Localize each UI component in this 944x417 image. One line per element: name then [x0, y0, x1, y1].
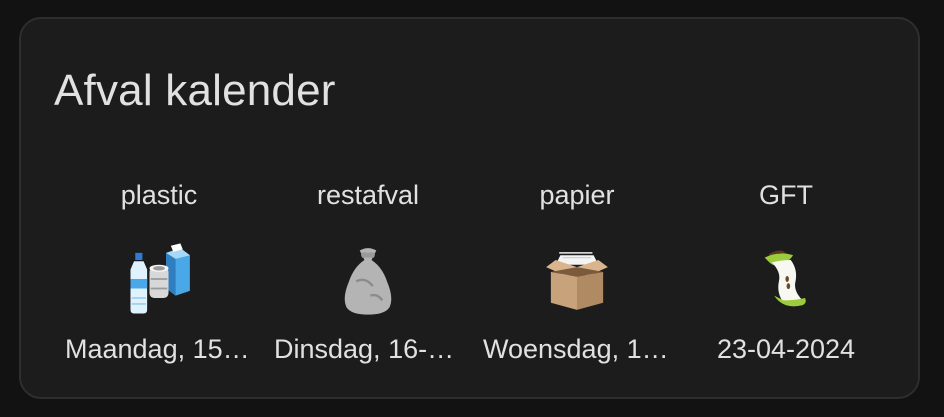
- waste-entry-plastic[interactable]: plastic Maandag, 15-0: [59, 175, 259, 375]
- collection-date: Maandag, 15-04-2024: [65, 334, 253, 364]
- collection-date: Dinsdag, 16-04-2024: [274, 334, 462, 364]
- waste-type-label: restafval: [316, 180, 420, 210]
- waste-calendar-card: Afval kalender plastic Maandag, 15-0 res…: [19, 17, 920, 399]
- apple-core-icon: [748, 241, 824, 317]
- waste-entry-restafval[interactable]: restafval Dinsdag, 16-04-2024: [268, 175, 468, 375]
- collection-date: 23-04-2024: [716, 334, 856, 364]
- waste-type-label: GFT: [759, 180, 813, 210]
- waste-type-label: papier: [539, 180, 615, 210]
- waste-entry-gft[interactable]: GFT 23-04-2024: [686, 175, 886, 375]
- garbage-bag-icon: [330, 241, 406, 317]
- waste-entry-papier[interactable]: papier Woensdag, 17-04-2024: [477, 175, 677, 375]
- waste-type-label: plastic: [120, 180, 198, 210]
- waste-entries: plastic Maandag, 15-0 restafval Dinsdag,…: [21, 19, 918, 397]
- collection-date: Woensdag, 17-04-2024: [483, 334, 671, 364]
- cardboard-box-icon: [539, 241, 615, 317]
- plastic-waste-icon: [121, 241, 197, 317]
